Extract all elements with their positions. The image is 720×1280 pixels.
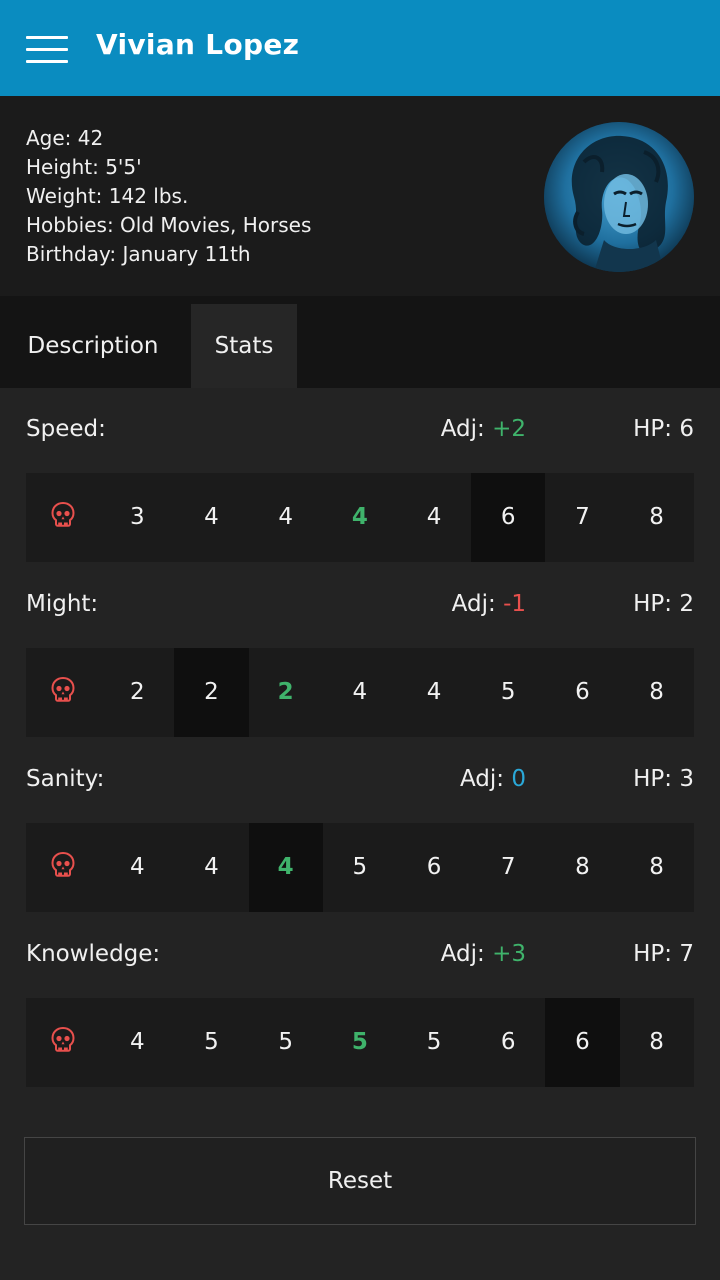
stat-value-cell[interactable]: 4: [323, 473, 397, 562]
height-text: Height: 5'5': [26, 155, 142, 179]
stat-value-cell[interactable]: 5: [249, 998, 323, 1087]
stat-value-cell[interactable]: 6: [471, 473, 546, 562]
hamburger-menu-icon[interactable]: [26, 36, 70, 66]
stat-header: Speed: Adj: +2 HP: 6: [26, 412, 694, 452]
stat-value-cell[interactable]: 7: [545, 473, 619, 562]
hobbies-text: Hobbies: Old Movies, Horses: [26, 213, 312, 237]
stat-value-cell[interactable]: 8: [620, 648, 694, 737]
stat-value-cell[interactable]: 4: [100, 823, 174, 912]
skull-icon[interactable]: [26, 998, 100, 1087]
stat-track: 44456788: [26, 823, 694, 912]
stat-value-cell[interactable]: 6: [545, 648, 619, 737]
stat-hp: HP: 6: [633, 416, 694, 442]
stat-adjustment: Adj: 0: [460, 766, 526, 792]
stat-value-cell[interactable]: 5: [397, 998, 471, 1087]
stat-value-cell[interactable]: 4: [100, 998, 174, 1087]
stat-adjustment: Adj: -1: [452, 591, 526, 617]
skull-icon[interactable]: [26, 473, 100, 562]
stat-value-cell[interactable]: 4: [174, 823, 248, 912]
app-header: Vivian Lopez: [0, 0, 720, 96]
stat-hp: HP: 7: [633, 941, 694, 967]
character-bio: Age: 42 Height: 5'5' Weight: 142 lbs. Ho…: [26, 124, 311, 269]
stat-header: Might: Adj: -1 HP: 2: [26, 587, 694, 627]
stat-value-cell[interactable]: 8: [545, 823, 619, 912]
adj-label: Adj:: [440, 416, 485, 442]
stat-name: Might:: [26, 591, 99, 617]
character-profile: Age: 42 Height: 5'5' Weight: 142 lbs. Ho…: [0, 96, 720, 296]
skull-icon[interactable]: [26, 648, 100, 737]
stat-track: 34444678: [26, 473, 694, 562]
stat-value-cell[interactable]: 6: [397, 823, 471, 912]
stat-value-cell[interactable]: 5: [323, 998, 397, 1087]
adj-label: Adj:: [451, 591, 496, 617]
stat-hp: HP: 2: [633, 591, 694, 617]
stat-value-cell[interactable]: 4: [174, 473, 248, 562]
stat-adjustment: Adj: +3: [441, 941, 526, 967]
adj-value: -1: [503, 591, 526, 617]
stat-value-cell[interactable]: 4: [323, 648, 397, 737]
weight-text: Weight: 142 lbs.: [26, 184, 189, 208]
stat-value-cell[interactable]: 6: [471, 998, 545, 1087]
stat-value-cell[interactable]: 6: [545, 998, 620, 1087]
stat-name: Sanity:: [26, 766, 105, 792]
adj-label: Adj:: [440, 941, 485, 967]
stat-value-cell[interactable]: 2: [174, 648, 249, 737]
reset-button[interactable]: Reset: [24, 1137, 696, 1225]
stat-header: Knowledge: Adj: +3 HP: 7: [26, 937, 694, 977]
adj-value: +3: [492, 941, 526, 967]
adj-value: +2: [492, 416, 526, 442]
character-avatar: [544, 122, 694, 272]
stat-value-cell[interactable]: 5: [471, 648, 545, 737]
tab-description[interactable]: Description: [0, 304, 186, 388]
tab-bar: Description Stats: [0, 296, 720, 388]
stat-value-cell[interactable]: 8: [620, 998, 694, 1087]
stat-value-cell[interactable]: 2: [249, 648, 323, 737]
birthday-text: Birthday: January 11th: [26, 242, 251, 266]
skull-icon[interactable]: [26, 823, 100, 912]
stat-value-cell[interactable]: 3: [100, 473, 174, 562]
stat-header: Sanity: Adj: 0 HP: 3: [26, 762, 694, 802]
stat-name: Speed:: [26, 416, 106, 442]
adj-value: 0: [511, 766, 526, 792]
stat-value-cell[interactable]: 7: [471, 823, 545, 912]
stat-name: Knowledge:: [26, 941, 161, 967]
stat-value-cell[interactable]: 5: [174, 998, 248, 1087]
age-text: Age: 42: [26, 126, 104, 150]
page-title: Vivian Lopez: [96, 28, 300, 61]
stat-value-cell[interactable]: 2: [100, 648, 174, 737]
stat-value-cell[interactable]: 8: [620, 823, 694, 912]
stat-value-cell[interactable]: 5: [323, 823, 397, 912]
stat-adjustment: Adj: +2: [441, 416, 526, 442]
stat-track: 22244568: [26, 648, 694, 737]
stat-value-cell[interactable]: 4: [248, 823, 323, 912]
stat-value-cell[interactable]: 4: [397, 648, 471, 737]
tab-stats[interactable]: Stats: [191, 304, 297, 388]
stat-hp: HP: 3: [633, 766, 694, 792]
stat-track: 45555668: [26, 998, 694, 1087]
adj-label: Adj:: [459, 766, 505, 792]
stat-value-cell[interactable]: 4: [249, 473, 323, 562]
stat-value-cell[interactable]: 4: [397, 473, 471, 562]
stat-value-cell[interactable]: 8: [620, 473, 694, 562]
